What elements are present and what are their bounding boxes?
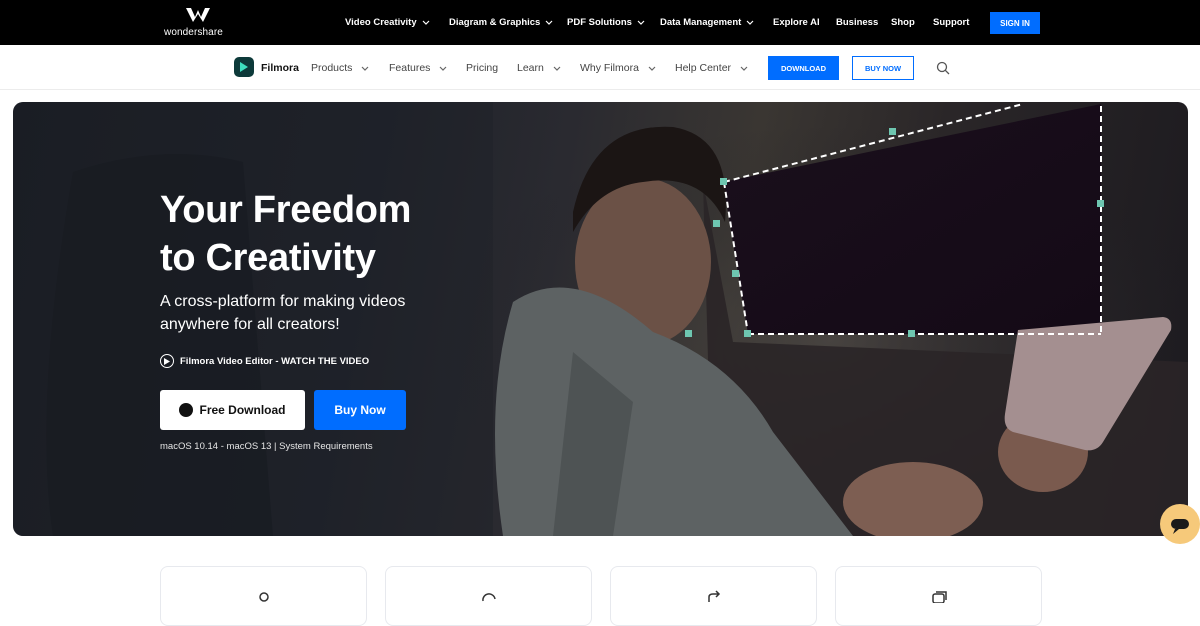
share-icon bbox=[708, 590, 721, 602]
nav-label: Diagram & Graphics bbox=[449, 17, 541, 28]
search-icon[interactable] bbox=[936, 61, 950, 75]
free-download-button[interactable]: Free Download bbox=[160, 390, 305, 430]
feature-card[interactable] bbox=[610, 566, 817, 626]
layers-icon bbox=[932, 591, 947, 603]
chevron-down-icon bbox=[439, 66, 447, 71]
nav-pdf-solutions[interactable]: PDF Solutions bbox=[567, 0, 645, 45]
chevron-down-icon bbox=[648, 66, 656, 71]
nav-label: Data Management bbox=[660, 17, 742, 28]
sign-in-button[interactable]: SIGN IN bbox=[990, 12, 1040, 34]
buy-now-button[interactable]: Buy Now bbox=[314, 390, 406, 430]
os-icon bbox=[179, 403, 194, 417]
hero-subtitle: A cross-platform for making videos anywh… bbox=[160, 293, 406, 333]
nav-video-creativity[interactable]: Video Creativity bbox=[345, 0, 430, 45]
hero-banner: Your Freedom to Creativity A cross-platf… bbox=[13, 102, 1188, 536]
subnav-label: Features bbox=[389, 62, 431, 74]
chevron-down-icon bbox=[422, 20, 430, 25]
brand-name: wondershare bbox=[164, 27, 223, 38]
chevron-down-icon bbox=[746, 20, 754, 25]
nav-data-management[interactable]: Data Management bbox=[660, 0, 754, 45]
chevron-down-icon bbox=[637, 20, 645, 25]
nav-label: PDF Solutions bbox=[567, 17, 632, 28]
chevron-down-icon bbox=[740, 66, 748, 71]
feature-card[interactable] bbox=[835, 566, 1042, 626]
nav-label: Support bbox=[933, 17, 970, 28]
subnav-learn[interactable]: Learn bbox=[517, 62, 561, 74]
subnav-label: Why Filmora bbox=[580, 62, 639, 74]
chat-bubble-icon[interactable] bbox=[1160, 504, 1200, 544]
filmora-mark bbox=[240, 62, 248, 72]
chevron-down-icon bbox=[361, 66, 369, 71]
play-icon bbox=[160, 354, 174, 368]
subnav-label: Help Center bbox=[675, 62, 732, 74]
subnav-label: Pricing bbox=[466, 62, 499, 74]
buy-now-nav-button[interactable]: BUY NOW bbox=[852, 56, 914, 80]
person-icon bbox=[259, 592, 269, 602]
subnav-label: Learn bbox=[517, 62, 544, 74]
subnav-features[interactable]: Features bbox=[389, 62, 447, 74]
nav-support[interactable]: Support bbox=[933, 0, 969, 45]
nav-business[interactable]: Business bbox=[836, 0, 878, 45]
play-triangle bbox=[164, 357, 170, 365]
subnav-why-filmora[interactable]: Why Filmora bbox=[580, 62, 656, 74]
subnav-help-center[interactable]: Help Center bbox=[675, 62, 748, 74]
chevron-down-icon bbox=[545, 20, 553, 25]
feature-card[interactable] bbox=[385, 566, 592, 626]
hero-title: Your Freedom to Creativity bbox=[160, 186, 411, 282]
download-button[interactable]: DOWNLOAD bbox=[768, 56, 839, 80]
nav-explore-ai[interactable]: Explore AI bbox=[773, 0, 820, 45]
nav-label: Business bbox=[836, 17, 879, 28]
feature-card[interactable] bbox=[160, 566, 367, 626]
wondershare-logo[interactable]: wondershare bbox=[164, 8, 234, 40]
nav-label: Video Creativity bbox=[345, 17, 417, 28]
chevron-down-icon bbox=[553, 66, 561, 71]
chat-glyph bbox=[1171, 519, 1189, 534]
hero-title-line: Your Freedom bbox=[160, 189, 412, 231]
subnav-label: Products bbox=[311, 62, 353, 74]
hero-title-line: to Creativity bbox=[160, 237, 376, 279]
subnav-products[interactable]: Products bbox=[311, 62, 369, 74]
filmora-logo-icon[interactable] bbox=[234, 57, 254, 77]
wondershare-logo-icon bbox=[186, 8, 210, 22]
nav-label: Shop bbox=[891, 17, 915, 28]
subnav-pricing[interactable]: Pricing bbox=[466, 62, 498, 74]
free-download-label: Free Download bbox=[199, 403, 286, 417]
refresh-icon bbox=[482, 593, 496, 602]
nav-label: Explore AI bbox=[773, 17, 820, 28]
watch-video-link[interactable]: Filmora Video Editor - WATCH THE VIDEO bbox=[160, 354, 369, 368]
nav-diagram-graphics[interactable]: Diagram & Graphics bbox=[449, 0, 553, 45]
nav-shop[interactable]: Shop bbox=[891, 0, 915, 45]
global-header: wondershare Video Creativity Diagram & G… bbox=[0, 0, 1200, 45]
watch-video-label: Filmora Video Editor - WATCH THE VIDEO bbox=[180, 355, 370, 367]
system-requirements[interactable]: macOS 10.14 - macOS 13 | System Requirem… bbox=[160, 441, 373, 452]
product-name[interactable]: Filmora bbox=[261, 62, 299, 74]
